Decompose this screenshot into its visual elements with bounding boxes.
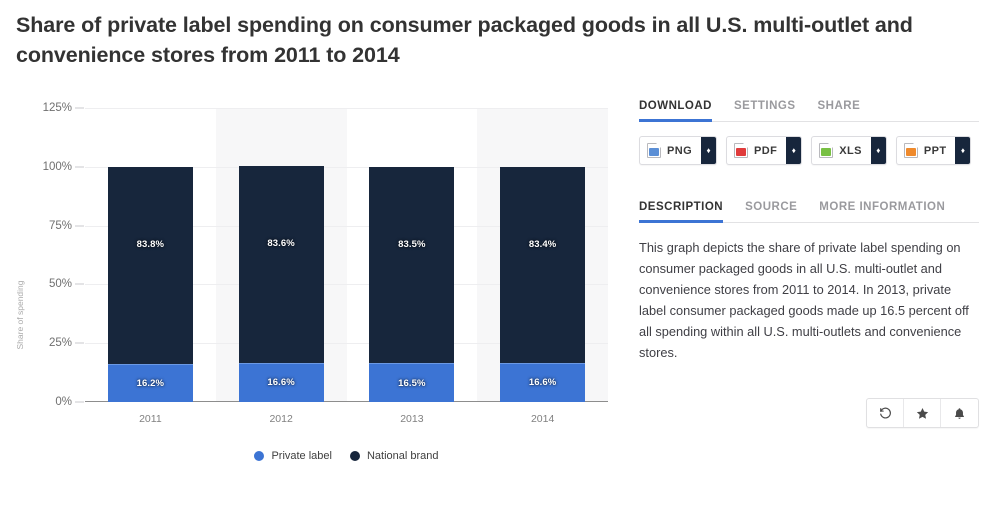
plot-area: 0% 25% 50% 75% 100% 125% 16.2% 83.8% 2011 16.6% 83… xyxy=(43,102,608,425)
y-axis-title: Share of spending xyxy=(15,280,25,350)
download-xls-main[interactable]: XLS xyxy=(812,137,871,164)
tab-more-information[interactable]: MORE INFORMATION xyxy=(819,201,945,223)
download-pdf-main[interactable]: PDF xyxy=(727,137,786,164)
bar-group[interactable]: 16.5% 83.5% 2013 xyxy=(369,108,455,425)
x-axis-tick-label: 2014 xyxy=(530,413,555,425)
download-dropdown-toggle[interactable]: ♦ xyxy=(955,137,971,164)
bar-segment[interactable]: 83.6% xyxy=(238,166,324,363)
y-axis-tick-mark xyxy=(75,342,84,344)
bar-value-label: 83.6% xyxy=(267,238,295,250)
bell-button[interactable] xyxy=(941,399,978,427)
download-label: PPT xyxy=(923,144,947,157)
bar-segment[interactable]: 83.4% xyxy=(500,166,586,363)
download-dropdown-toggle[interactable]: ♦ xyxy=(786,137,802,164)
download-xls-button[interactable]: XLS ♦ xyxy=(811,136,887,165)
bar-value-label: 16.5% xyxy=(398,377,426,389)
chart-legend: Private label National brand xyxy=(85,450,608,462)
bar-group[interactable]: 16.2% 83.8% 2011 xyxy=(107,108,193,425)
download-dropdown-toggle[interactable]: ♦ xyxy=(701,137,717,164)
bar-value-label: 16.6% xyxy=(267,377,295,389)
action-buttons xyxy=(866,398,979,428)
pdf-file-icon xyxy=(734,143,749,158)
xls-file-icon xyxy=(819,143,834,158)
legend-item[interactable]: National brand xyxy=(349,450,439,462)
download-ppt-button[interactable]: PPT ♦ xyxy=(895,136,972,165)
y-axis-tick-label: 25% xyxy=(48,337,72,350)
bar-segment[interactable]: 83.5% xyxy=(369,166,455,364)
ppt-file-icon xyxy=(903,143,918,158)
y-axis-tick-label: 50% xyxy=(48,278,72,291)
description-text: This graph depicts the share of private … xyxy=(639,240,969,360)
legend-item[interactable]: Private label xyxy=(254,450,332,462)
legend-label: National brand xyxy=(366,450,439,462)
y-axis-tick-label: 125% xyxy=(42,102,72,114)
page-title: Share of private label spending on consu… xyxy=(16,13,913,67)
star-icon xyxy=(916,407,929,420)
tab-share[interactable]: SHARE xyxy=(818,100,861,122)
download-buttons: PNG ♦ PDF ♦ XLS ♦ PPT ♦ xyxy=(639,136,979,165)
y-axis-tick-label: 0% xyxy=(55,396,72,408)
bar-value-label: 83.8% xyxy=(136,238,165,250)
bar-segment[interactable]: 83.8% xyxy=(107,166,193,364)
tab-source[interactable]: SOURCE xyxy=(745,201,797,223)
bar-segment[interactable]: 16.2% xyxy=(107,363,193,402)
info-tabs: DESCRIPTION SOURCE MORE INFORMATION xyxy=(639,201,979,223)
y-axis-tick-mark xyxy=(75,107,84,109)
bar-segment[interactable]: 16.6% xyxy=(238,362,324,402)
bar-value-label: 16.6% xyxy=(528,377,557,389)
download-pdf-button[interactable]: PDF ♦ xyxy=(726,136,803,165)
legend-label: Private label xyxy=(271,450,332,462)
tab-download[interactable]: DOWNLOAD xyxy=(639,100,712,122)
download-ppt-main[interactable]: PPT xyxy=(897,137,956,164)
bar-group[interactable]: 16.6% 83.4% 2014 xyxy=(500,108,586,425)
x-axis-tick-label: 2011 xyxy=(139,413,162,425)
chart-panel: Share of spending 0% 25% 50% 75% 100% 125% 16.… xyxy=(0,90,625,480)
y-axis-tick-mark xyxy=(75,225,84,227)
y-axis-tick-label: 100% xyxy=(42,160,72,173)
x-axis-tick-label: 2013 xyxy=(400,413,424,425)
tab-description[interactable]: DESCRIPTION xyxy=(639,201,724,223)
bar-value-label: 83.5% xyxy=(398,238,426,250)
y-axis-tick-label: 75% xyxy=(48,219,72,232)
download-label: PDF xyxy=(754,144,778,157)
legend-color-swatch xyxy=(254,451,265,461)
y-axis-tick-mark xyxy=(75,166,84,168)
action-tabs: DOWNLOAD SETTINGS SHARE xyxy=(639,100,979,122)
history-button[interactable] xyxy=(867,399,904,427)
download-png-main[interactable]: PNG xyxy=(640,137,701,164)
y-axis-tick-mark xyxy=(75,401,84,403)
x-axis-tick-label: 2012 xyxy=(269,413,293,425)
download-label: XLS xyxy=(839,144,862,157)
download-dropdown-toggle[interactable]: ♦ xyxy=(870,137,886,164)
download-label: PNG xyxy=(667,144,693,157)
png-file-icon xyxy=(647,143,661,158)
bar-segment[interactable]: 16.6% xyxy=(500,362,586,402)
tab-settings[interactable]: SETTINGS xyxy=(734,100,796,122)
bar-group[interactable]: 16.6% 83.6% 2012 xyxy=(238,108,324,425)
bar-segment[interactable]: 16.5% xyxy=(369,363,455,402)
bell-icon xyxy=(953,407,966,420)
history-icon xyxy=(879,407,892,420)
bar-value-label: 16.2% xyxy=(136,377,165,389)
bar-value-label: 83.4% xyxy=(528,238,557,250)
side-panel: DOWNLOAD SETTINGS SHARE PNG ♦ PDF ♦ XLS ♦ PPT ♦ D… xyxy=(639,100,979,428)
y-axis-tick-mark xyxy=(75,283,84,285)
star-button[interactable] xyxy=(904,399,941,427)
legend-color-swatch xyxy=(349,451,360,461)
download-png-button[interactable]: PNG ♦ xyxy=(639,136,718,165)
